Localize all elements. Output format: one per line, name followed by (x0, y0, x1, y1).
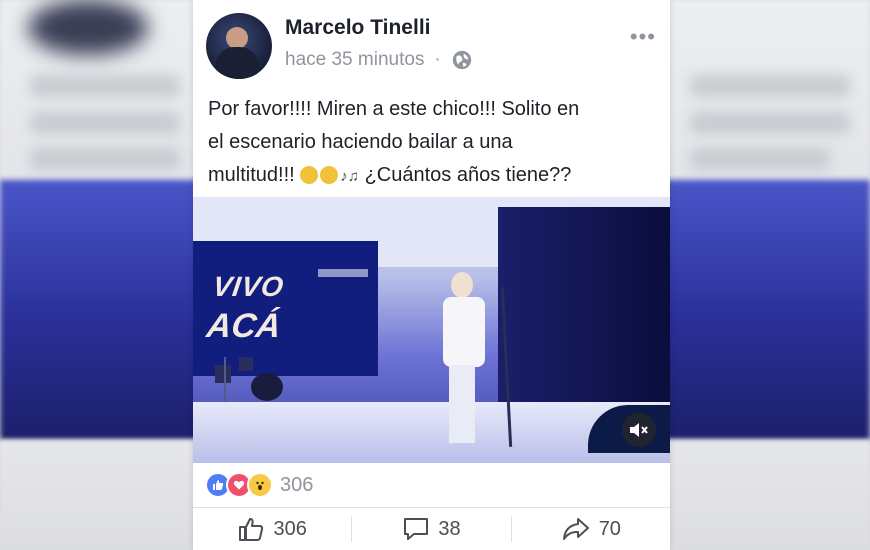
post-text: Por favor!!!! Miren a este chico!!! Soli… (208, 93, 658, 193)
post-text-line-3a: multitud!!! (208, 164, 295, 186)
share-arrow-icon (562, 518, 589, 540)
like-button[interactable]: 306 (193, 508, 351, 550)
meta-separator: · (434, 49, 441, 70)
author-name[interactable]: Marcelo Tinelli (285, 16, 431, 40)
thumbs-up-icon (239, 517, 264, 541)
facebook-post-card: Marcelo Tinelli hace 35 minutos · ••• Po… (193, 0, 670, 550)
globe-icon (452, 50, 471, 70)
author-avatar[interactable] (206, 13, 272, 79)
video-player[interactable]: VIVO ACÁ (193, 197, 670, 463)
muted-speaker-icon[interactable] (622, 413, 656, 447)
banner-text-line-2: ACÁ (204, 307, 284, 345)
more-options-icon[interactable]: ••• (630, 24, 656, 50)
share-button[interactable]: 70 (512, 508, 670, 550)
post-text-line-1: Por favor!!!! Miren a este chico!!! Soli… (208, 98, 580, 120)
reaction-summary[interactable]: 306 (205, 472, 313, 498)
drum-kit (215, 357, 283, 402)
share-count: 70 (598, 517, 621, 540)
clapping-hands-icon (300, 166, 319, 184)
post-meta: hace 35 minutos · (285, 49, 473, 71)
banner-text-line-1: VIVO (210, 271, 287, 302)
wow-reaction-icon (247, 472, 273, 498)
post-text-line-3b: ¿Cuántos años tiene?? (364, 164, 572, 186)
post-text-line-2: el escenario haciendo bailar a una (208, 131, 513, 153)
comment-button[interactable]: 38 (352, 508, 510, 550)
action-bar: 306 38 70 (193, 508, 670, 550)
comment-count: 38 (438, 517, 461, 540)
comment-bubble-icon (404, 518, 429, 540)
clapping-hands-icon (320, 166, 339, 184)
music-notes-icon: ♪♫ (340, 168, 360, 185)
post-timestamp[interactable]: hace 35 minutos (285, 49, 424, 71)
reaction-count: 306 (280, 473, 314, 496)
like-count: 306 (273, 517, 307, 540)
